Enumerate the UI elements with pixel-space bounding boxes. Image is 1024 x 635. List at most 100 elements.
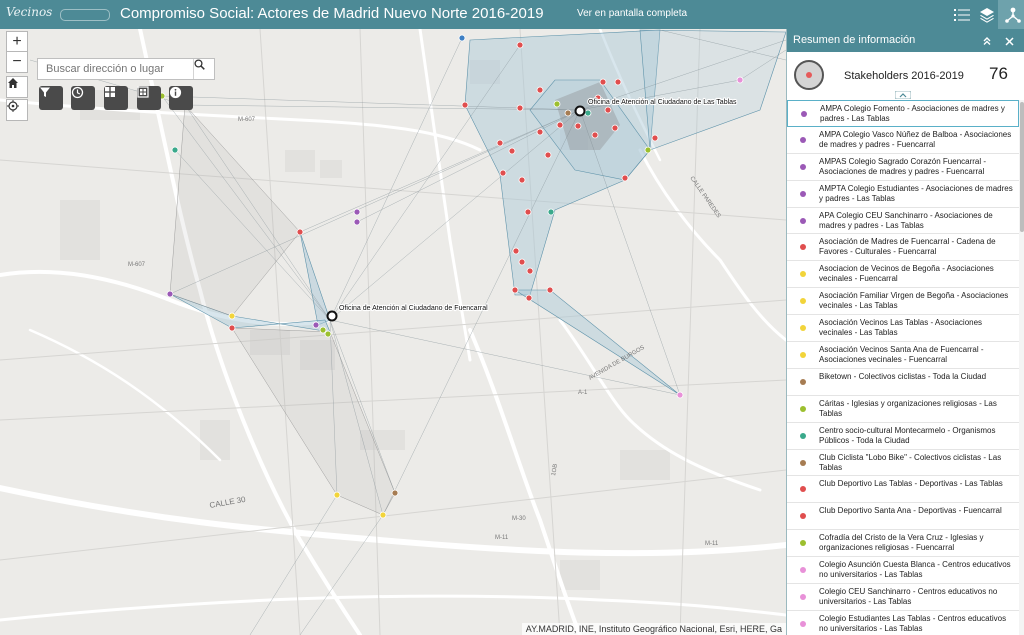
category-dot-icon <box>800 298 806 305</box>
stakeholder-label: Club Deportivo Santa Ana - Deportivas - … <box>819 506 1002 516</box>
office-label-fuencarral: Oficina de Atención al Ciudadano de Fuen… <box>339 305 488 312</box>
layout-icon <box>137 86 149 98</box>
category-dot-icon <box>800 136 806 143</box>
stakeholder-label: Colegio CEU Sanchinarro - Centros educat… <box>819 587 998 607</box>
map-attribution: AY.MADRID, INE, Instituto Geográfico Nac… <box>521 623 786 635</box>
summary-label: Stakeholders 2016-2019 <box>844 70 964 82</box>
category-dot-icon <box>800 540 806 547</box>
stakeholder-list-item[interactable]: Asociación Vecinos Santa Ana de Fuencarr… <box>787 342 1019 369</box>
stakeholder-label: Club Deportivo Las Tablas - Deportivas -… <box>819 479 1003 489</box>
stakeholder-label: Asociación de Madres de Fuencarral - Cad… <box>819 237 996 257</box>
search-box <box>37 58 215 80</box>
stakeholder-label: Asociacion de Vecinos de Begoña - Asocia… <box>819 264 994 284</box>
stakeholder-list-item[interactable]: AMPTA Colegio Estudiantes - Asociaciones… <box>787 181 1019 208</box>
stakeholder-list-item[interactable]: APA Colegio CEU Sanchinarro - Asociacion… <box>787 208 1019 235</box>
crosshair-icon <box>7 100 19 112</box>
app-header: Vecinos Compromiso Social: Actores de Ma… <box>0 0 1024 29</box>
close-panel-button[interactable] <box>1001 33 1017 49</box>
home-button[interactable] <box>6 76 28 98</box>
logo-text: Vecinos <box>6 5 53 19</box>
category-dot-icon <box>800 271 806 278</box>
close-icon <box>1004 36 1014 46</box>
stakeholder-list-item[interactable]: AMPA Colegio Vasco Núñez de Balboa - Aso… <box>787 127 1019 154</box>
search-icon <box>194 59 205 70</box>
search-input[interactable] <box>38 59 194 79</box>
category-dot-icon <box>800 459 806 466</box>
stakeholder-list-item[interactable]: AMPA Colegio Fomento - Asociaciones de m… <box>787 100 1019 127</box>
filter-button[interactable] <box>39 86 63 110</box>
map-view[interactable]: M-607 M-607 CALLE 30 M-30 M-11 A-1 M-11 … <box>0 29 786 635</box>
stakeholder-list-item[interactable]: Centro socio-cultural Montecarmelo - Org… <box>787 423 1019 450</box>
road-label: M-11 <box>495 535 509 541</box>
panel-scrollbar[interactable] <box>1019 100 1024 635</box>
stakeholder-list-item[interactable]: AMPAS Colegio Sagrado Corazón Fuencarral… <box>787 154 1019 181</box>
stakeholder-list-item[interactable]: Cáritas - Iglesias y organizaciones reli… <box>787 396 1019 423</box>
stakeholder-list-item[interactable]: Club Deportivo Santa Ana - Deportivas - … <box>787 503 1019 531</box>
category-dot-icon <box>800 513 806 520</box>
layout-button[interactable] <box>137 86 161 110</box>
locate-button[interactable] <box>6 99 28 121</box>
category-dot-icon <box>800 432 806 439</box>
stakeholder-list-item[interactable]: Colegio Asunción Cuesta Blanca - Centros… <box>787 557 1019 585</box>
stakeholder-list-item[interactable]: Biketown - Colectivos ciclistas - Toda l… <box>787 369 1019 396</box>
chevron-double-up-icon <box>983 37 991 45</box>
history-icon <box>71 86 84 99</box>
road-label: M-11 <box>705 541 719 547</box>
app-title: Compromiso Social: Actores de Madrid Nue… <box>120 5 544 22</box>
filter-icon <box>40 87 50 97</box>
category-dot-icon <box>800 378 806 385</box>
category-dot-icon <box>800 325 806 332</box>
stakeholder-label: Biketown - Colectivos ciclistas - Toda l… <box>819 371 987 381</box>
category-dot-icon <box>800 217 806 224</box>
basemap: M-607 M-607 CALLE 30 M-30 M-11 A-1 M-11 … <box>0 29 786 635</box>
home-icon <box>8 78 18 88</box>
stakeholder-summary: Stakeholders 2016-2019 76 <box>787 52 1024 99</box>
category-dot-icon <box>800 486 806 493</box>
category-dot-icon <box>800 567 806 574</box>
info-icon <box>169 86 182 99</box>
stakeholder-label: Asociación Vecinos Las Tablas - Asociaci… <box>819 318 983 338</box>
network-icon <box>1005 7 1021 23</box>
stakeholder-list-item[interactable]: Asociación Familiar Virgen de Begoña - A… <box>787 288 1019 316</box>
panel-header: Resumen de información <box>787 29 1024 52</box>
road-label: M-30 <box>512 516 526 522</box>
logo-secondary-mark <box>60 9 110 21</box>
stakeholder-label: Asociación Familiar Virgen de Begoña - A… <box>819 291 1009 311</box>
stakeholder-label: AMPA Colegio Vasco Núñez de Balboa - Aso… <box>819 129 1012 149</box>
history-button[interactable] <box>71 86 95 110</box>
stakeholder-list-item[interactable]: Asociacion de Vecinos de Begoña - Asocia… <box>787 261 1019 289</box>
info-button[interactable] <box>169 86 193 110</box>
search-button[interactable] <box>193 59 214 79</box>
network-button[interactable] <box>998 0 1024 29</box>
summary-panel: Resumen de información Stakeholders 2016… <box>786 29 1024 635</box>
fullscreen-link[interactable]: Ver en pantalla completa <box>577 8 687 19</box>
stakeholder-list-item[interactable]: Club Ciclista "Lobo Bike" - Colectivos c… <box>787 450 1019 477</box>
summary-count: 76 <box>989 64 1008 83</box>
stakeholder-list-item[interactable]: Club Deportivo Las Tablas - Deportivas -… <box>787 476 1019 504</box>
category-dot-icon <box>800 594 806 601</box>
scroll-thumb[interactable] <box>1020 102 1024 232</box>
stakeholder-label: AMPAS Colegio Sagrado Corazón Fuencarral… <box>819 156 987 176</box>
grid-button[interactable] <box>104 86 128 110</box>
stakeholder-label: Cáritas - Iglesias y organizaciones reli… <box>819 398 997 418</box>
stakeholder-list-item[interactable]: Asociación Vecinos Las Tablas - Asociaci… <box>787 315 1019 343</box>
category-dot-icon <box>800 405 806 412</box>
category-dot-icon <box>800 620 806 627</box>
stakeholder-list-item[interactable]: Cofradía del Cristo de la Vera Cruz - Ig… <box>787 530 1019 558</box>
road-label: M-607 <box>128 262 146 268</box>
stakeholder-list: AMPA Colegio Fomento - Asociaciones de m… <box>787 100 1019 635</box>
category-dot-icon <box>800 163 806 170</box>
expand-caret-icon[interactable] <box>895 91 911 99</box>
collapse-panel-button[interactable] <box>979 33 995 49</box>
stakeholder-list-item[interactable]: Asociación de Madres de Fuencarral - Cad… <box>787 234 1019 262</box>
stakeholder-label: Colegio Estudiantes Las Tablas - Centros… <box>819 613 1007 633</box>
panel-title: Resumen de información <box>793 34 916 46</box>
stakeholder-list-item[interactable]: Colegio CEU Sanchinarro - Centros educat… <box>787 584 1019 611</box>
zoom-in-button[interactable]: + <box>6 31 28 53</box>
grid-icon <box>105 87 115 97</box>
stakeholder-label: Centro socio-cultural Montecarmelo - Org… <box>819 425 996 445</box>
layers-icon <box>980 7 994 23</box>
zoom-out-button[interactable]: − <box>6 51 28 73</box>
stakeholder-list-item[interactable]: Colegio Estudiantes Las Tablas - Centros… <box>787 611 1019 635</box>
stakeholder-symbol-icon <box>794 60 824 90</box>
